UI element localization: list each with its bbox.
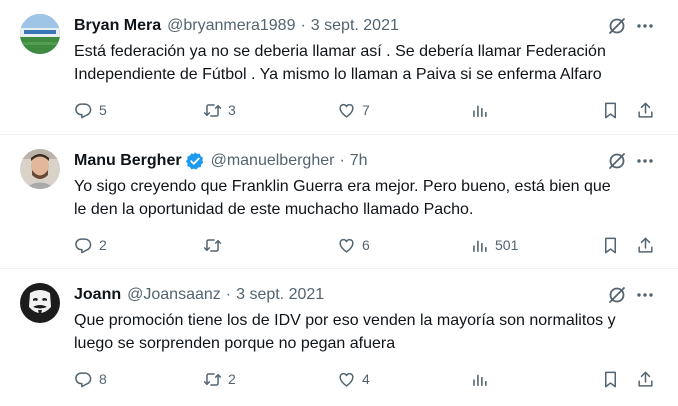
grok-icon[interactable] xyxy=(606,284,628,306)
separator: · xyxy=(339,152,345,169)
share-icon xyxy=(638,102,653,118)
reply-button[interactable]: 2 xyxy=(74,233,107,257)
reply-icon xyxy=(75,102,92,118)
views-icon xyxy=(473,374,487,386)
avatar[interactable] xyxy=(20,14,60,54)
tweet-text-line: Yo sigo creyendo que Franklin Guerra era… xyxy=(74,178,611,195)
author-handle[interactable]: @bryanmera1989 xyxy=(167,17,295,35)
reply-button[interactable]: 8 xyxy=(74,367,107,391)
like-button[interactable]: 4 xyxy=(337,367,370,391)
bookmark-icon xyxy=(604,102,617,118)
author-handle[interactable]: @manuelbergher xyxy=(211,152,335,170)
retweet-count: 3 xyxy=(228,102,236,118)
more-icon[interactable] xyxy=(634,284,656,306)
tweet[interactable]: Bryan Mera @bryanmera1989 · 3 sept. 2021… xyxy=(0,0,678,135)
like-count: 6 xyxy=(362,237,370,253)
tweet-text-line: Está federación ya no se deberia llamar … xyxy=(74,43,606,60)
share-button[interactable] xyxy=(636,367,655,391)
retweet-button[interactable]: 3 xyxy=(203,98,236,122)
reply-count: 2 xyxy=(99,237,107,253)
reply-button[interactable]: 5 xyxy=(74,98,107,122)
views-button[interactable]: 501 xyxy=(470,233,518,257)
share-icon xyxy=(638,237,653,253)
tweet-text: Está federación ya no se deberia llamar … xyxy=(74,40,666,86)
reply-count: 8 xyxy=(99,371,107,387)
retweet-icon xyxy=(203,372,222,386)
author-name[interactable]: Bryan Mera xyxy=(74,17,161,35)
action-bar: 8 2 4 xyxy=(0,367,678,391)
action-bar: 5 3 7 xyxy=(0,98,678,122)
tweet-text-line: Independiente de Fútbol . Ya mismo lo ll… xyxy=(74,66,602,83)
tweet-text-line: Que promoción tiene los de IDV por eso v… xyxy=(74,312,616,329)
retweet-count: 2 xyxy=(228,371,236,387)
view-count: 501 xyxy=(495,237,519,253)
timestamp[interactable]: 7h xyxy=(350,152,368,170)
heart-icon xyxy=(339,103,354,118)
share-icon xyxy=(638,371,653,387)
tweet-text-line: luego se sorprenden porque no pegan afue… xyxy=(74,335,396,352)
heart-icon xyxy=(339,372,354,387)
action-bar: 2 6 501 xyxy=(0,233,678,257)
grok-icon[interactable] xyxy=(606,150,628,172)
share-button[interactable] xyxy=(636,98,655,122)
bookmark-icon xyxy=(604,237,617,253)
retweet-button[interactable]: 2 xyxy=(203,367,236,391)
avatar[interactable] xyxy=(20,149,60,189)
like-button[interactable]: 7 xyxy=(337,98,370,122)
reply-icon xyxy=(75,371,92,387)
verified-badge-icon xyxy=(185,151,205,171)
retweet-icon xyxy=(203,103,222,117)
author-name[interactable]: Manu Bergher xyxy=(74,152,182,170)
tweet-header: Bryan Mera @bryanmera1989 · 3 sept. 2021 xyxy=(74,15,598,37)
retweet-icon xyxy=(203,238,222,252)
tweet-header: Manu Bergher @manuelbergher · 7h xyxy=(74,150,598,172)
tweet-header: Joann @Joansaanz · 3 sept. 2021 xyxy=(74,284,598,306)
tweet-text-line: le den la oportunidad de este muchacho l… xyxy=(74,201,474,218)
views-icon xyxy=(473,105,487,117)
tweet-text: Que promoción tiene los de IDV por eso v… xyxy=(74,309,666,355)
views-button[interactable] xyxy=(470,98,495,122)
author-name[interactable]: Joann xyxy=(74,286,121,304)
tweet[interactable]: Joann @Joansaanz · 3 sept. 2021 Que prom… xyxy=(0,269,678,406)
retweet-button[interactable] xyxy=(203,233,228,257)
separator: · xyxy=(300,17,306,34)
separator: · xyxy=(225,286,232,303)
like-count: 4 xyxy=(362,371,370,387)
tweet[interactable]: Manu Bergher @manuelbergher · 7h Yo sigo… xyxy=(0,135,678,269)
like-count: 7 xyxy=(362,102,370,118)
views-button[interactable] xyxy=(470,367,495,391)
share-button[interactable] xyxy=(636,233,655,257)
timestamp[interactable]: 3 sept. 2021 xyxy=(236,286,324,304)
bookmark-button[interactable] xyxy=(601,98,620,122)
more-icon[interactable] xyxy=(634,15,656,37)
reply-count: 5 xyxy=(99,102,107,118)
grok-icon[interactable] xyxy=(606,15,628,37)
heart-icon xyxy=(339,238,354,253)
tweet-text: Yo sigo creyendo que Franklin Guerra era… xyxy=(74,175,666,221)
bookmark-button[interactable] xyxy=(601,367,620,391)
bookmark-button[interactable] xyxy=(601,233,620,257)
views-icon xyxy=(473,240,487,252)
more-icon[interactable] xyxy=(634,150,656,172)
like-button[interactable]: 6 xyxy=(337,233,370,257)
author-handle[interactable]: @Joansaanz xyxy=(127,286,221,304)
avatar[interactable] xyxy=(20,283,60,323)
timestamp[interactable]: 3 sept. 2021 xyxy=(311,17,399,35)
bookmark-icon xyxy=(604,371,617,387)
reply-icon xyxy=(75,237,92,253)
